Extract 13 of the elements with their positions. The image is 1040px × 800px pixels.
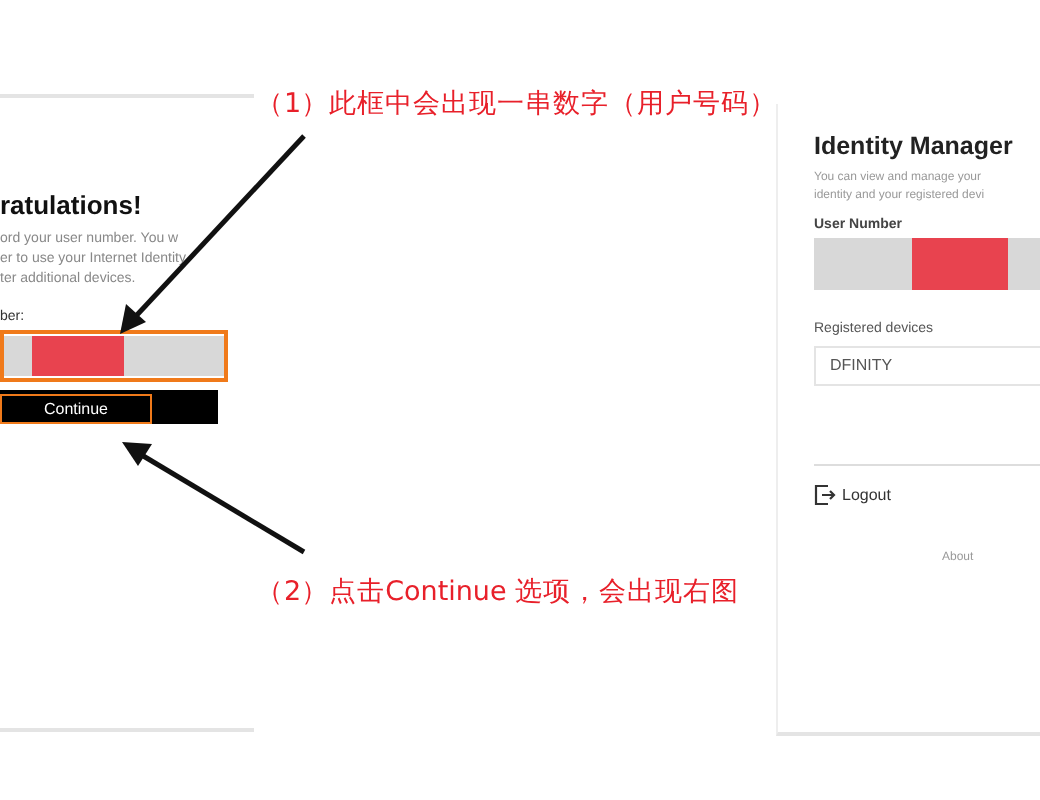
- logout-icon: [814, 484, 836, 506]
- continue-button[interactable]: Continue: [0, 390, 218, 424]
- logout-label: Logout: [842, 486, 891, 504]
- highlight-frame: Continue: [0, 394, 152, 424]
- redaction-block: [912, 238, 1008, 290]
- logout-button[interactable]: Logout: [814, 484, 898, 506]
- heading: ratulations!: [0, 190, 144, 220]
- annotation-text: （2）点击Continue 选项，会出现右图: [256, 574, 740, 610]
- redaction-block: [32, 336, 124, 376]
- user-number-field[interactable]: [0, 330, 228, 382]
- device-item[interactable]: DFINITY: [814, 346, 1040, 386]
- annotation-text: （1）此框中会出现一串数字（用户号码）: [256, 86, 778, 122]
- page-title: Identity Manager: [814, 132, 1015, 160]
